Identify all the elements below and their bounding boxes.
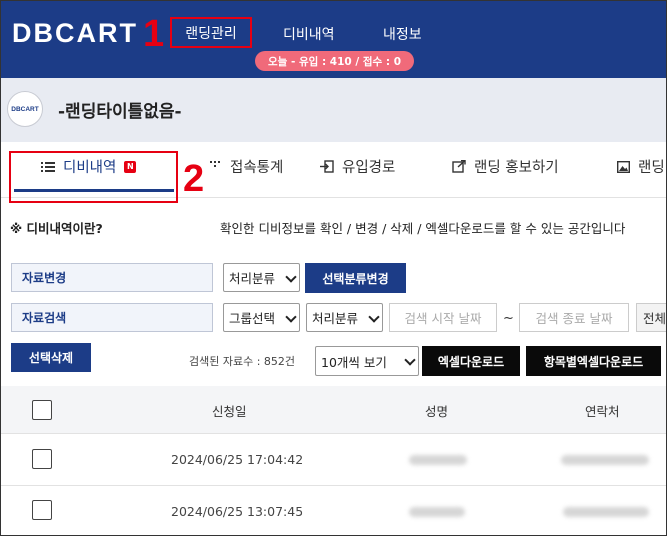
row-checkbox[interactable] <box>32 449 52 469</box>
nav-landing-management[interactable]: 랜딩관리 <box>170 17 252 48</box>
delete-selected-button[interactable]: 선택삭제 <box>11 343 91 372</box>
tab-inflow-path[interactable]: 유입경로 <box>320 156 395 177</box>
item-excel-download-button[interactable]: 항목별엑셀다운로드 <box>526 346 661 376</box>
excel-download-button[interactable]: 엑셀다운로드 <box>422 346 520 376</box>
info-label: ※ 디비내역이란? <box>10 221 103 236</box>
blurred-contact <box>561 455 649 465</box>
row-date: 2024/06/25 13:07:45 <box>171 504 304 519</box>
tab-db-label: 디비내역 <box>63 160 117 176</box>
data-search-label: 자료검색 <box>11 303 213 332</box>
group-select[interactable]: 그룹선택 <box>223 303 300 332</box>
chevron-down-icon <box>404 354 416 366</box>
bars-icon <box>210 161 220 167</box>
process-select-value: 처리분류 <box>229 271 276 286</box>
new-badge: N <box>124 160 137 173</box>
avatar: DBCART <box>7 91 43 127</box>
search-end-date-input[interactable]: 검색 종료 날짜 <box>519 303 629 332</box>
top-header: DBCART 1 랜딩관리 디비내역 내정보 오늘 - 유입 : 410 / 접… <box>0 0 667 78</box>
chevron-down-icon <box>285 311 297 323</box>
chevron-down-icon <box>368 311 380 323</box>
row-checkbox[interactable] <box>32 500 52 520</box>
tab-inflow-label: 유입경로 <box>342 160 396 176</box>
enter-icon <box>320 160 334 173</box>
change-category-button[interactable]: 선택분류변경 <box>305 263 406 293</box>
tab-landing-more[interactable]: 랜딩 <box>617 156 665 177</box>
info-text: 확인한 디비정보를 확인 / 변경 / 삭제 / 엑셀다운로드를 할 수 있는 … <box>220 221 626 236</box>
data-change-label: 자료변경 <box>11 263 213 292</box>
logo[interactable]: DBCART <box>12 18 138 49</box>
external-link-icon <box>452 160 466 173</box>
chevron-down-icon <box>285 271 297 283</box>
nav-db-history[interactable]: 디비내역 <box>283 24 335 44</box>
tab-access-label: 접속통계 <box>230 160 284 176</box>
select-all-checkbox[interactable] <box>32 400 52 420</box>
tab-db-history[interactable]: 디비내역 N <box>41 156 137 177</box>
result-count: 검색된 자료수 : 852건 <box>189 355 296 368</box>
all-period-button[interactable]: 전체 <box>636 303 667 332</box>
process-category-select[interactable]: 처리분류 <box>223 263 300 292</box>
tab-active-underline <box>14 189 174 192</box>
blurred-contact <box>563 507 649 517</box>
page-title: -랜딩타이틀없음- <box>58 102 182 122</box>
list-icon <box>41 161 55 172</box>
annotation-marker-2: 2 <box>183 158 205 200</box>
table-row[interactable]: 2024/06/25 17:04:42 <box>0 434 667 486</box>
today-stats-badge: 오늘 - 유입 : 410 / 접수 : 0 <box>255 51 414 71</box>
blurred-name <box>409 507 465 517</box>
per-page-value: 10개씩 보기 <box>321 354 387 370</box>
tab-access-stats[interactable]: 접속통계 <box>209 156 283 177</box>
table-row[interactable]: 2024/06/25 13:07:45 <box>0 486 667 536</box>
image-icon <box>617 160 630 173</box>
annotation-marker-1: 1 <box>143 13 165 55</box>
per-page-select[interactable]: 10개씩 보기 <box>315 346 419 376</box>
tab-landing-promo[interactable]: 랜딩 홍보하기 <box>452 156 559 177</box>
tab-more-label: 랜딩 <box>638 160 665 176</box>
tab-bar: 디비내역 N 2 접속통계 유입경로 랜딩 홍보하기 랜딩 <box>0 142 667 203</box>
tab-promo-label: 랜딩 홍보하기 <box>474 160 559 176</box>
process-category-select-2[interactable]: 처리분류 <box>306 303 383 332</box>
row-date: 2024/06/25 17:04:42 <box>171 452 304 467</box>
blurred-name <box>409 455 467 465</box>
column-header-name: 성명 <box>425 404 449 419</box>
nav-landing-label: 랜딩관리 <box>185 25 237 42</box>
process-select-2-value: 처리분류 <box>312 311 359 326</box>
column-header-date: 신청일 <box>212 404 247 419</box>
search-start-date-input[interactable]: 검색 시작 날짜 <box>389 303 497 332</box>
title-band: DBCART -랜딩타이틀없음- <box>0 78 667 142</box>
nav-my-info[interactable]: 내정보 <box>383 24 422 44</box>
column-header-contact: 연락처 <box>585 404 620 419</box>
table-header: 신청일 성명 연락처 <box>0 386 667 434</box>
group-select-value: 그룹선택 <box>229 311 276 326</box>
date-range-tilde: ~ <box>503 311 514 326</box>
